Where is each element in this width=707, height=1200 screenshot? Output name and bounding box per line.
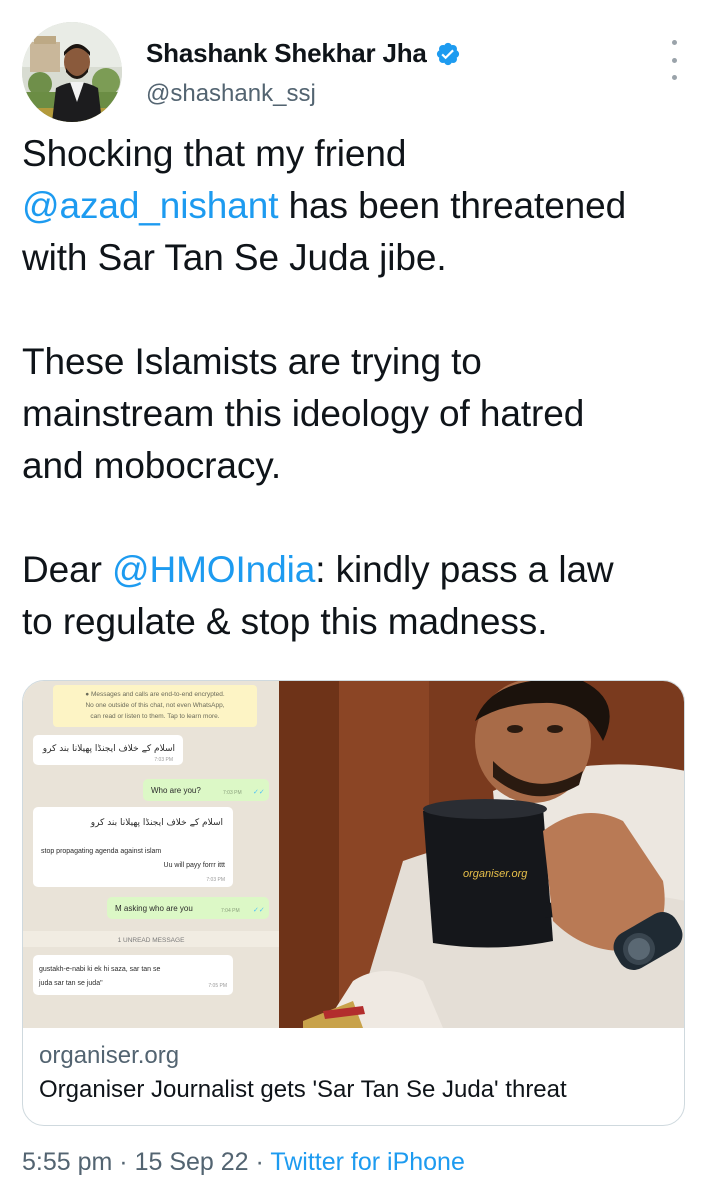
tweet-line: and mobocracy.	[22, 440, 687, 492]
chat-message: M asking who are you	[115, 904, 193, 913]
tweet-header: Shashank Shekhar Jha @shashank_ssj	[22, 22, 687, 122]
tweet-time[interactable]: 5:55 pm	[22, 1148, 112, 1176]
tweet-text-segment: Shocking that my friend	[22, 133, 407, 174]
unread-divider: 1 UNREAD MESSAGE	[118, 937, 185, 944]
read-receipt-icon: ✓✓	[253, 906, 265, 914]
avatar-image	[22, 22, 122, 122]
separator: ·	[112, 1148, 135, 1176]
card-image[interactable]: ● Messages and calls are end-to-end encr…	[23, 681, 684, 1028]
tweet-text-segment: Dear	[22, 549, 112, 590]
tweet-date[interactable]: 15 Sep 22	[135, 1148, 249, 1176]
mention-link[interactable]: @azad_nishant	[22, 185, 278, 226]
author-name-row[interactable]: Shashank Shekhar Jha	[146, 38, 461, 69]
tweet-line: @azad_nishant has been threatened	[22, 180, 687, 232]
chat-message: gustakh-e-nabi ki ek hi saza, sar tan se	[39, 966, 161, 973]
card-image-graphic: ● Messages and calls are end-to-end encr…	[23, 681, 684, 1028]
tweet-text-segment: mainstream this ideology of hatred	[22, 393, 585, 434]
more-vertical-icon[interactable]	[669, 40, 679, 80]
tweet-text-segment: These Islamists are trying to	[22, 341, 482, 382]
avatar[interactable]	[22, 22, 122, 122]
tweet-text-segment: and mobocracy.	[22, 445, 282, 486]
chat-notice: can read or listen to them. Tap to learn…	[90, 713, 219, 720]
author-handle[interactable]: @shashank_ssj	[146, 80, 316, 108]
card-meta[interactable]: organiser.org Organiser Journalist gets …	[39, 1041, 567, 1107]
tweet-text-segment: with Sar Tan Se Juda jibe.	[22, 237, 447, 278]
tweet-line: with Sar Tan Se Juda jibe.	[22, 232, 687, 284]
chat-message: stop propagating agenda against islam	[41, 848, 161, 855]
chat-time: 7:05 PM	[208, 983, 227, 989]
tweet-line: These Islamists are trying to	[22, 336, 687, 388]
mention-link[interactable]: @HMOIndia	[112, 549, 315, 590]
chat-notice: ● Messages and calls are end-to-end encr…	[85, 691, 225, 698]
tweet-text-segment: has been threatened	[278, 185, 627, 226]
mug-logo: organiser.org	[463, 868, 528, 880]
read-receipt-icon: ✓✓	[253, 788, 265, 796]
card-domain: organiser.org	[39, 1042, 180, 1069]
chat-time: 7:03 PM	[154, 757, 173, 763]
tweet-line: to regulate & stop this madness.	[22, 596, 687, 648]
chat-message: Uu will payy forrr ittt	[164, 862, 226, 869]
tweet-line: mainstream this ideology of hatred	[22, 388, 687, 440]
chat-message: اسلام کے خلاف ایجنڈا پھیلانا بند کرو	[90, 818, 223, 828]
chat-message: اسلام کے خلاف ایجنڈا پھیلانا بند کرو	[42, 744, 175, 754]
card-title: Organiser Journalist gets 'Sar Tan Se Ju…	[39, 1076, 567, 1103]
chat-time: 7:03 PM	[206, 877, 225, 883]
link-preview-card[interactable]: ● Messages and calls are end-to-end encr…	[22, 680, 685, 1126]
tweet-text: Shocking that my friend @azad_nishant ha…	[22, 128, 687, 648]
chat-message: juda sar tan se juda"	[38, 980, 103, 987]
verified-badge-icon	[436, 42, 459, 65]
tweet-footer: 5:55 pm · 15 Sep 22 · Twitter for iPhone	[22, 1148, 465, 1177]
author-display-name[interactable]: Shashank Shekhar Jha	[146, 38, 427, 69]
chat-message: Who are you?	[151, 786, 201, 795]
chat-time: 7:04 PM	[221, 908, 240, 914]
tweet-text-segment: to regulate & stop this madness.	[22, 601, 548, 642]
chat-notice: No one outside of this chat, not even Wh…	[85, 702, 224, 709]
tweet-text-segment: : kindly pass a law	[315, 549, 614, 590]
tweet-line: Dear @HMOIndia: kindly pass a law	[22, 544, 687, 596]
separator: ·	[248, 1148, 271, 1176]
tweet-line: Shocking that my friend	[22, 128, 687, 180]
tweet-source-link[interactable]: Twitter for iPhone	[270, 1148, 465, 1176]
chat-time: 7:03 PM	[223, 790, 242, 796]
